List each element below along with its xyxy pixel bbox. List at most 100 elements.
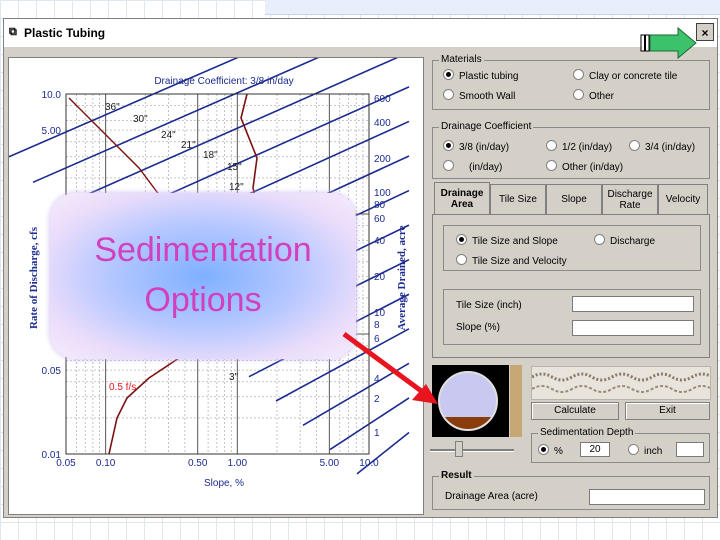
app-icon: ⧉ bbox=[9, 26, 17, 38]
sediment-slider-thumb[interactable] bbox=[455, 441, 463, 457]
calculation-tabs: Drainage Area Tile Size Slope Discharge … bbox=[432, 182, 710, 358]
y-tick-label-right: 10 bbox=[374, 308, 386, 319]
exit-button[interactable]: Exit bbox=[625, 402, 710, 420]
drainage-area-result-label: Drainage Area (acre) bbox=[445, 491, 538, 502]
tile-size-label: Tile Size (inch) bbox=[456, 300, 522, 311]
radio-label: Discharge bbox=[610, 236, 656, 247]
radio-label: % bbox=[554, 446, 563, 457]
mode-discharge-radio[interactable]: Discharge bbox=[594, 234, 655, 247]
sedimentation-depth-title: Sedimentation Depth bbox=[538, 427, 636, 438]
y-tick-label-left: 0.05 bbox=[42, 366, 62, 377]
radio-dot bbox=[443, 160, 454, 171]
radio-dot bbox=[594, 234, 605, 245]
sediment-percent-input[interactable]: 20 bbox=[580, 442, 610, 457]
mode-tile-size-slope-radio[interactable]: Tile Size and Slope bbox=[456, 234, 558, 247]
y-tick-label-left: 5.00 bbox=[42, 126, 62, 137]
sediment-inch-input[interactable] bbox=[676, 442, 704, 457]
radio-label: Clay or concrete tile bbox=[589, 71, 678, 82]
y-tick-label-left: 0.01 bbox=[42, 450, 62, 461]
radio-label: Tile Size and Velocity bbox=[472, 256, 567, 267]
y-tick-label-right: 100 bbox=[374, 188, 391, 199]
coef-custom-radio[interactable]: (in/day) bbox=[443, 160, 502, 173]
pipe-size-label: 30" bbox=[133, 114, 148, 125]
slide-top-bar bbox=[265, 0, 720, 15]
coef-other-radio[interactable]: Other (in/day) bbox=[546, 160, 623, 173]
materials-group: Materials Plastic tubing Clay or concret… bbox=[432, 54, 710, 110]
calculate-button[interactable]: Calculate bbox=[531, 402, 619, 420]
pipe-size-label: 3" bbox=[229, 372, 239, 383]
pipe-size-label: 36" bbox=[105, 102, 120, 113]
radio-dot bbox=[628, 444, 639, 455]
radio-label: Other bbox=[589, 91, 615, 102]
tile-size-input[interactable] bbox=[572, 296, 694, 312]
y-axis-label-right: Average Drained, acre bbox=[396, 225, 408, 330]
radio-label: Tile Size and Slope bbox=[472, 236, 558, 247]
x-axis-label: Slope, % bbox=[204, 478, 244, 489]
result-group: Result Drainage Area (acre) bbox=[432, 470, 710, 510]
drainage-coefficient-group: Drainage Coefficient 3/8 (in/day) 1/2 (i… bbox=[432, 121, 710, 179]
callout-line-1: Sedimentation bbox=[94, 231, 312, 269]
tab-tile-size[interactable]: Tile Size bbox=[490, 184, 546, 214]
coef-3-8-radio[interactable]: 3/8 (in/day) bbox=[443, 140, 509, 153]
radio-label: Plastic tubing bbox=[459, 71, 519, 82]
coef-3-4-radio[interactable]: 3/4 (in/day) bbox=[629, 140, 695, 153]
drainage-area-tab-panel: Tile Size and Slope Discharge Tile Size … bbox=[432, 214, 710, 358]
mode-tile-size-velocity-radio[interactable]: Tile Size and Velocity bbox=[456, 254, 567, 267]
tab-drainage-area[interactable]: Drainage Area bbox=[434, 182, 490, 215]
coef-1-2-radio[interactable]: 1/2 (in/day) bbox=[546, 140, 612, 153]
radio-dot bbox=[443, 69, 454, 80]
x-tick-label: 0.50 bbox=[188, 458, 208, 469]
y-tick-label-right: 40 bbox=[374, 236, 386, 247]
next-slide-arrow-icon[interactable] bbox=[640, 26, 700, 60]
sediment-inch-radio[interactable]: inch bbox=[628, 444, 662, 457]
x-tick-label: 5.00 bbox=[320, 458, 340, 469]
y-tick-label-left: 10.0 bbox=[42, 90, 62, 101]
y-tick-label-right: 200 bbox=[374, 154, 391, 165]
y-tick-label-right: 80 bbox=[374, 200, 386, 211]
pipe-size-label: 18" bbox=[203, 150, 218, 161]
sediment-wave-icon bbox=[532, 372, 710, 393]
input-mode-group: Tile Size and Slope Discharge Tile Size … bbox=[443, 225, 701, 271]
radio-dot bbox=[456, 234, 467, 245]
window-title: Plastic Tubing bbox=[24, 26, 106, 40]
material-plastic-tubing-radio[interactable]: Plastic tubing bbox=[443, 69, 518, 82]
material-clay-concrete-radio[interactable]: Clay or concrete tile bbox=[573, 69, 677, 82]
radio-dot bbox=[538, 444, 549, 455]
radio-dot bbox=[573, 69, 584, 80]
radio-dot bbox=[573, 89, 584, 100]
sediment-percent-radio[interactable]: % bbox=[538, 444, 563, 457]
pipe-size-label: 24" bbox=[161, 130, 176, 141]
drainage-coefficient-title: Drainage Coefficient bbox=[439, 121, 534, 132]
radio-label: 3/8 (in/day) bbox=[459, 142, 510, 153]
sediment-level-bar bbox=[510, 365, 522, 437]
sediment-texture-strip bbox=[531, 366, 711, 400]
y-tick-label-right: 20 bbox=[374, 272, 386, 283]
velocity-annotation: 0.5 f/s bbox=[109, 382, 136, 393]
y-tick-label-right: 600 bbox=[374, 94, 391, 105]
radio-label: Smooth Wall bbox=[459, 91, 516, 102]
y-tick-label-right: 1 bbox=[374, 428, 380, 439]
tab-velocity[interactable]: Velocity bbox=[658, 184, 708, 214]
material-smooth-wall-radio[interactable]: Smooth Wall bbox=[443, 89, 515, 102]
tab-discharge-rate[interactable]: Discharge Rate bbox=[602, 184, 658, 214]
sediment-slider-track[interactable] bbox=[430, 449, 514, 452]
pipe-size-label: 12" bbox=[229, 182, 244, 193]
velocity-curve-upper bbox=[68, 97, 170, 209]
slope-input[interactable] bbox=[572, 320, 694, 336]
material-other-radio[interactable]: Other bbox=[573, 89, 614, 102]
tile-inputs-group: Tile Size (inch) Slope (%) bbox=[443, 289, 701, 345]
pipe-size-label: 21" bbox=[181, 140, 196, 151]
y-tick-label-right: 60 bbox=[374, 214, 386, 225]
tab-slope[interactable]: Slope bbox=[546, 184, 602, 214]
radio-dot bbox=[443, 89, 454, 100]
pipe-size-label: 15" bbox=[227, 162, 242, 173]
radio-dot bbox=[629, 140, 640, 151]
red-pointer-arrow-icon bbox=[342, 331, 438, 404]
x-tick-label: 0.10 bbox=[96, 458, 116, 469]
callout-line-2: Options bbox=[144, 281, 262, 319]
radio-label: 3/4 (in/day) bbox=[645, 142, 696, 153]
sedimentation-depth-group: Sedimentation Depth % 20 inch bbox=[531, 427, 710, 463]
radio-dot bbox=[546, 140, 557, 151]
y-tick-label-right: 400 bbox=[374, 118, 391, 129]
result-title: Result bbox=[439, 470, 474, 481]
